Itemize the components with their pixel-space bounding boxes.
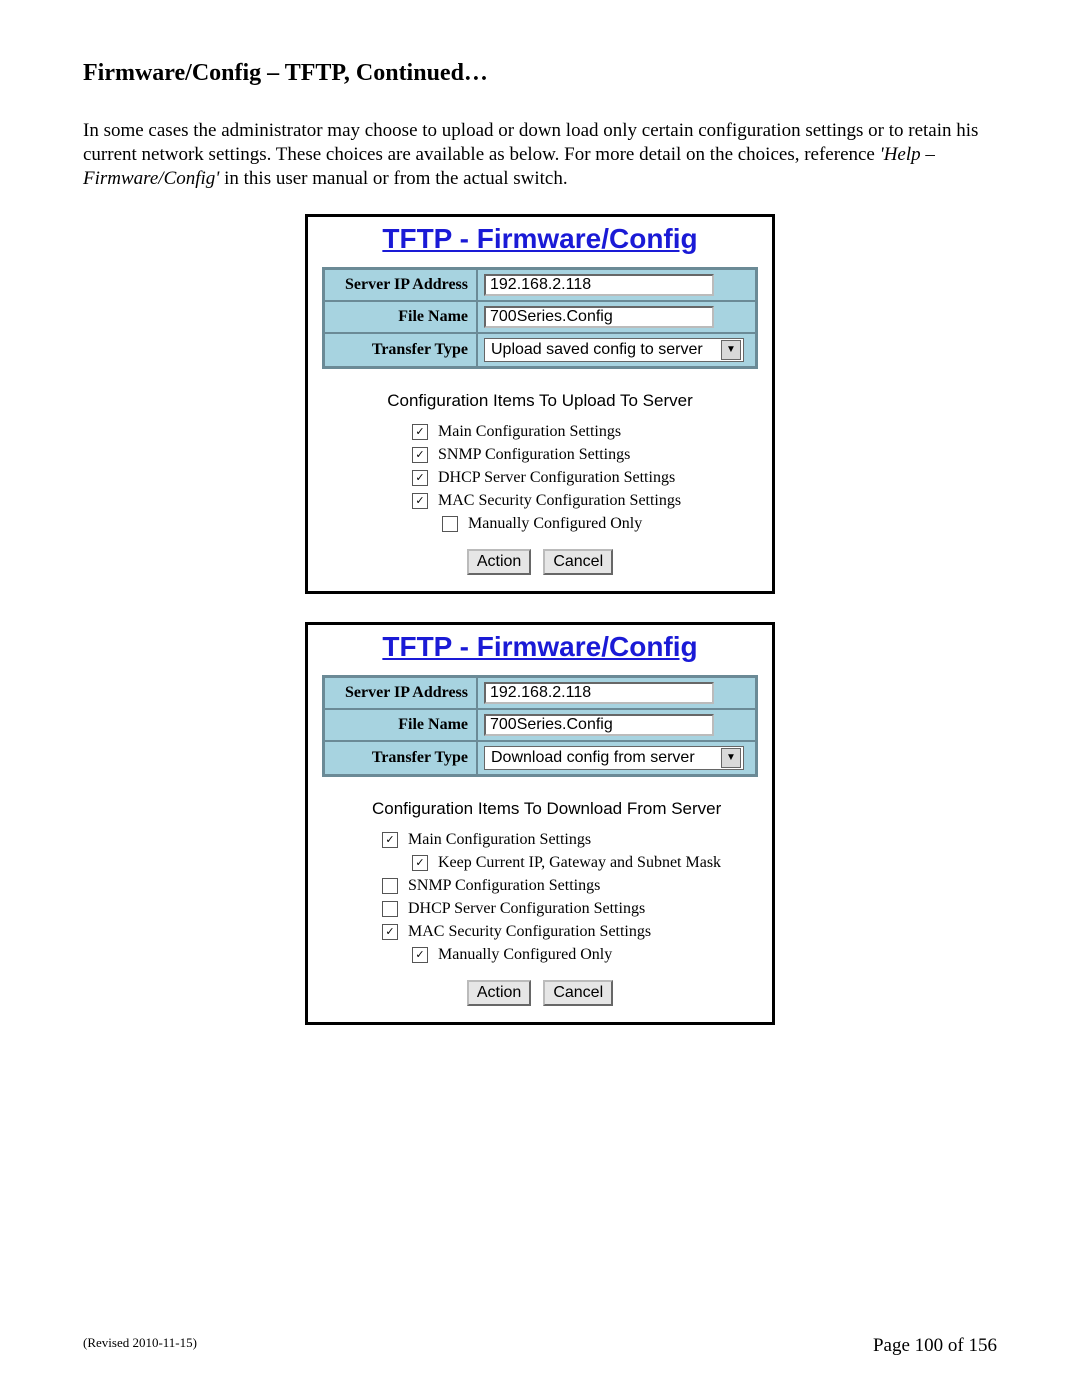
config-items-heading: Configuration Items To Upload To Server bbox=[322, 391, 758, 411]
check-label: Manually Configured Only bbox=[468, 515, 642, 533]
panel-title: TFTP - Firmware/Config bbox=[322, 223, 758, 255]
server-ip-input[interactable] bbox=[484, 274, 714, 296]
server-ip-label: Server IP Address bbox=[324, 269, 477, 301]
server-ip-label: Server IP Address bbox=[324, 677, 477, 709]
checkbox-icon bbox=[412, 947, 428, 963]
transfer-type-value: Download config from server bbox=[491, 749, 695, 767]
checkbox-icon bbox=[382, 924, 398, 940]
check-label: Main Configuration Settings bbox=[408, 831, 591, 849]
checkbox-icon bbox=[382, 901, 398, 917]
check-manual-only[interactable]: Manually Configured Only bbox=[382, 946, 758, 964]
check-label: DHCP Server Configuration Settings bbox=[438, 469, 675, 487]
intro-post: in this user manual or from the actual s… bbox=[219, 168, 567, 189]
checkbox-icon bbox=[412, 855, 428, 871]
checkbox-icon bbox=[412, 424, 428, 440]
upload-checklist: Main Configuration Settings SNMP Configu… bbox=[322, 423, 758, 533]
download-checklist: Main Configuration Settings Keep Current… bbox=[322, 831, 758, 964]
chevron-down-icon: ▼ bbox=[721, 748, 741, 768]
form-table: Server IP Address File Name Transfer Typ… bbox=[322, 267, 758, 369]
check-snmp[interactable]: SNMP Configuration Settings bbox=[382, 877, 758, 895]
checkbox-icon bbox=[412, 493, 428, 509]
cancel-button[interactable]: Cancel bbox=[543, 980, 613, 1006]
page-number: Page 100 of 156 bbox=[873, 1335, 997, 1357]
revised-date: (Revised 2010-11-15) bbox=[83, 1335, 197, 1357]
panel-title: TFTP - Firmware/Config bbox=[322, 631, 758, 663]
action-button[interactable]: Action bbox=[467, 549, 531, 575]
check-main[interactable]: Main Configuration Settings bbox=[382, 831, 758, 849]
check-label: Manually Configured Only bbox=[438, 946, 612, 964]
checkbox-icon bbox=[412, 470, 428, 486]
transfer-type-value: Upload saved config to server bbox=[491, 341, 703, 359]
page-heading: Firmware/Config – TFTP, Continued… bbox=[83, 60, 997, 87]
check-label: Main Configuration Settings bbox=[438, 423, 621, 441]
page-footer: (Revised 2010-11-15) Page 100 of 156 bbox=[83, 1335, 997, 1357]
transfer-type-select[interactable]: Upload saved config to server ▼ bbox=[484, 338, 744, 362]
check-main[interactable]: Main Configuration Settings bbox=[412, 423, 758, 441]
file-name-label: File Name bbox=[324, 709, 477, 741]
intro-pre: In some cases the administrator may choo… bbox=[83, 120, 978, 165]
check-dhcp[interactable]: DHCP Server Configuration Settings bbox=[382, 900, 758, 918]
file-name-label: File Name bbox=[324, 301, 477, 333]
download-panel: TFTP - Firmware/Config Server IP Address… bbox=[305, 622, 775, 1025]
check-label: SNMP Configuration Settings bbox=[438, 446, 630, 464]
check-manual-only[interactable]: Manually Configured Only bbox=[412, 515, 758, 533]
checkbox-icon bbox=[382, 878, 398, 894]
check-keep-ip[interactable]: Keep Current IP, Gateway and Subnet Mask bbox=[382, 854, 758, 872]
checkbox-icon bbox=[442, 516, 458, 532]
checkbox-icon bbox=[412, 447, 428, 463]
transfer-type-label: Transfer Type bbox=[324, 741, 477, 775]
check-label: SNMP Configuration Settings bbox=[408, 877, 600, 895]
upload-panel: TFTP - Firmware/Config Server IP Address… bbox=[305, 214, 775, 594]
check-dhcp[interactable]: DHCP Server Configuration Settings bbox=[412, 469, 758, 487]
check-label: MAC Security Configuration Settings bbox=[438, 492, 681, 510]
checkbox-icon bbox=[382, 832, 398, 848]
file-name-input[interactable] bbox=[484, 306, 714, 328]
intro-paragraph: In some cases the administrator may choo… bbox=[83, 119, 997, 190]
cancel-button[interactable]: Cancel bbox=[543, 549, 613, 575]
form-table: Server IP Address File Name Transfer Typ… bbox=[322, 675, 758, 777]
check-mac[interactable]: MAC Security Configuration Settings bbox=[412, 492, 758, 510]
file-name-input[interactable] bbox=[484, 714, 714, 736]
check-label: MAC Security Configuration Settings bbox=[408, 923, 651, 941]
transfer-type-label: Transfer Type bbox=[324, 333, 477, 367]
check-label: DHCP Server Configuration Settings bbox=[408, 900, 645, 918]
chevron-down-icon: ▼ bbox=[721, 340, 741, 360]
transfer-type-select[interactable]: Download config from server ▼ bbox=[484, 746, 744, 770]
config-items-heading: Configuration Items To Download From Ser… bbox=[322, 799, 758, 819]
server-ip-input[interactable] bbox=[484, 682, 714, 704]
check-snmp[interactable]: SNMP Configuration Settings bbox=[412, 446, 758, 464]
action-button[interactable]: Action bbox=[467, 980, 531, 1006]
check-mac[interactable]: MAC Security Configuration Settings bbox=[382, 923, 758, 941]
check-label: Keep Current IP, Gateway and Subnet Mask bbox=[438, 854, 721, 872]
